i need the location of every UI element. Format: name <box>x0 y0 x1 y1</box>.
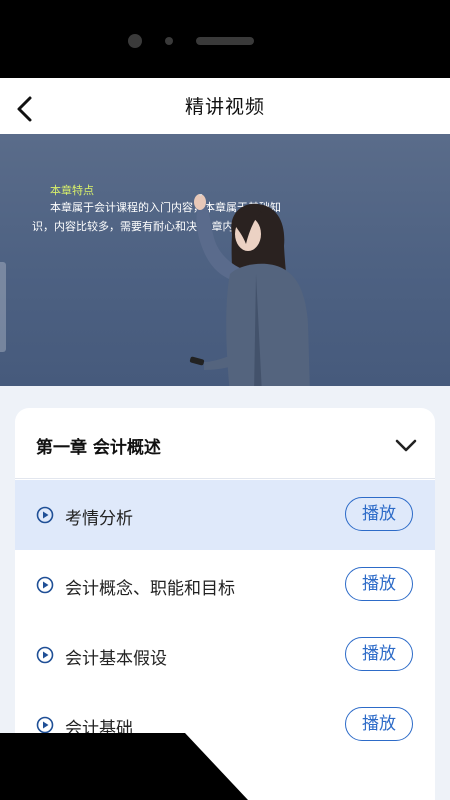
presenter-figure <box>189 194 310 386</box>
lesson-row[interactable]: 会计概念、职能和目标 播放 <box>15 550 435 620</box>
phone-frame: 精讲视频 本章特点 本章属于会计课程的入门内容，本章属于基础知 识，内容比较多，… <box>0 0 450 800</box>
lesson-row[interactable]: 会计基本假设 播放 <box>15 620 435 690</box>
side-handle <box>0 262 6 352</box>
chevron-down-icon[interactable] <box>393 436 419 454</box>
divider <box>15 478 435 479</box>
play-circle-icon <box>36 576 54 594</box>
lesson-title: 会计概念、职能和目标 <box>65 579 235 599</box>
lesson-row[interactable]: 考情分析 播放 <box>15 480 435 550</box>
earpiece-speaker <box>196 37 254 45</box>
app-screen: 精讲视频 本章特点 本章属于会计课程的入门内容，本章属于基础知 识，内容比较多，… <box>0 78 450 800</box>
lesson-title: 会计基本假设 <box>65 649 167 669</box>
chapter-title: 第一章 会计概述 <box>36 438 161 458</box>
proximity-sensor <box>165 37 173 45</box>
chapter-header[interactable]: 第一章 会计概述 <box>15 408 435 478</box>
video-heading: 本章特点 <box>50 184 94 197</box>
play-button[interactable]: 播放 <box>345 637 413 671</box>
play-button[interactable]: 播放 <box>345 567 413 601</box>
bottom-bezel <box>0 733 248 800</box>
page-title: 精讲视频 <box>184 96 265 118</box>
play-button[interactable]: 播放 <box>345 497 413 531</box>
top-bezel <box>0 0 450 78</box>
play-circle-icon <box>36 646 54 664</box>
play-circle-icon <box>36 716 54 734</box>
play-circle-icon <box>36 506 54 524</box>
video-player[interactable]: 本章特点 本章属于会计课程的入门内容，本章属于基础知 识，内容比较多，需要有耐心… <box>0 134 450 386</box>
front-camera <box>128 34 142 48</box>
nav-bar: 精讲视频 <box>0 78 450 134</box>
lesson-title: 考情分析 <box>65 509 133 529</box>
